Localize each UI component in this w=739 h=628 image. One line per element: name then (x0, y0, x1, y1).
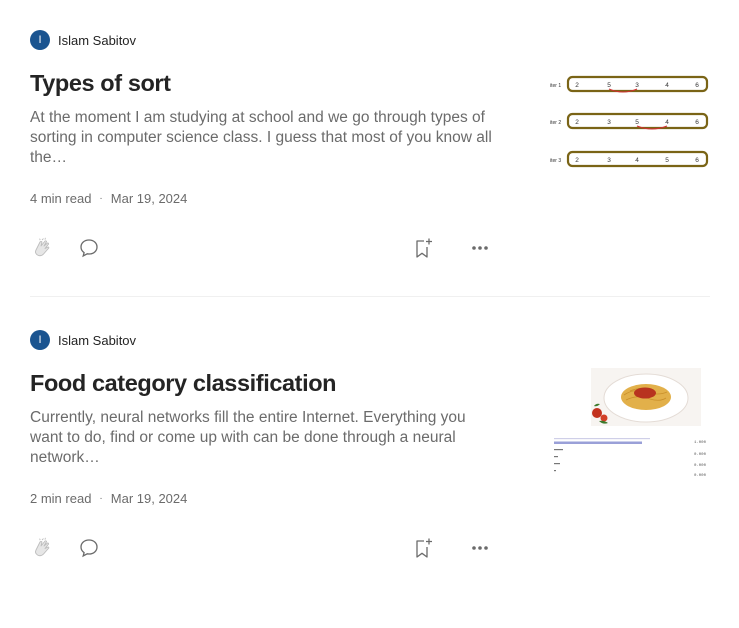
label-line (554, 463, 560, 465)
sauce (634, 387, 656, 399)
label-line (554, 470, 556, 472)
clap-icon (35, 537, 50, 557)
clap-icon (35, 237, 50, 257)
array-value: 2 (575, 157, 579, 164)
label-line (554, 449, 563, 451)
array-value: 3 (607, 157, 611, 164)
array-value: 3 (635, 82, 639, 89)
article-actions (30, 235, 500, 261)
author-name[interactable]: Islam Sabitov (58, 333, 136, 348)
sort-diagram: iter 1 2 5 3 4 6 iter 2 2 3 5 4 6 iter 3… (550, 75, 709, 168)
publish-date: Mar 19, 2024 (110, 491, 188, 506)
score-value: 0.000 (694, 474, 707, 478)
array-value: 6 (695, 157, 699, 164)
read-time: 4 min read (30, 191, 92, 206)
iteration-label: iter 2 (550, 120, 561, 126)
article-meta: 4 min read · Mar 19, 2024 (30, 191, 187, 206)
more-dots-icon (472, 246, 488, 250)
array-value: 5 (665, 157, 669, 164)
avatar[interactable]: I (30, 30, 50, 50)
publish-date: Mar 19, 2024 (110, 191, 188, 206)
comment-icon (80, 539, 98, 558)
article-card: I Islam Sabitov Food category classifica… (30, 328, 710, 628)
article-card: I Islam Sabitov Types of sort At the mom… (30, 28, 710, 328)
results-header-line (554, 438, 650, 440)
avatar[interactable]: I (30, 330, 50, 350)
array-value: 4 (665, 119, 669, 126)
article-title[interactable]: Types of sort (30, 70, 500, 97)
score-value: 0.000 (694, 453, 707, 457)
array-value: 4 (635, 157, 639, 164)
bookmark-add-icon (416, 538, 432, 558)
tomato (600, 414, 608, 422)
article-actions (30, 535, 500, 561)
comment-button[interactable] (76, 235, 102, 261)
tomato (592, 408, 602, 418)
article-excerpt[interactable]: Currently, neural networks fill the enti… (30, 408, 500, 468)
clap-button[interactable] (30, 235, 56, 261)
clap-button[interactable] (30, 535, 56, 561)
comment-icon (80, 239, 98, 258)
food-classification-preview: 1.000 0.000 0.000 0.000 (554, 368, 707, 478)
article-excerpt[interactable]: At the moment I am studying at school an… (30, 108, 500, 168)
author-link[interactable]: I Islam Sabitov (30, 28, 136, 52)
array-value: 2 (575, 82, 579, 89)
more-button[interactable] (467, 535, 493, 561)
array-value: 6 (695, 119, 699, 126)
save-button[interactable] (410, 235, 436, 261)
array-value: 5 (607, 82, 611, 89)
save-button[interactable] (410, 535, 436, 561)
more-button[interactable] (467, 235, 493, 261)
score-value: 1.000 (694, 441, 707, 445)
array-value: 5 (635, 119, 639, 126)
article-thumbnail[interactable]: 1.000 0.000 0.000 0.000 (550, 368, 710, 478)
author-name[interactable]: Islam Sabitov (58, 33, 136, 48)
comment-button[interactable] (76, 535, 102, 561)
label-line (554, 456, 558, 458)
iteration-label: iter 3 (550, 158, 561, 164)
author-link[interactable]: I Islam Sabitov (30, 328, 136, 352)
array-value: 2 (575, 119, 579, 126)
meta-separator: · (99, 193, 103, 204)
array-value: 4 (665, 82, 669, 89)
meta-separator: · (99, 493, 103, 504)
article-title[interactable]: Food category classification (30, 370, 500, 397)
array-value: 6 (695, 82, 699, 89)
iteration-label: iter 1 (550, 83, 561, 89)
read-time: 2 min read (30, 491, 92, 506)
score-value: 0.000 (694, 464, 707, 468)
more-dots-icon (472, 546, 488, 550)
bookmark-add-icon (416, 238, 432, 258)
results-progress (554, 441, 642, 444)
article-meta: 2 min read · Mar 19, 2024 (30, 491, 187, 506)
array-value: 3 (607, 119, 611, 126)
article-thumbnail[interactable]: iter 1 2 5 3 4 6 iter 2 2 3 5 4 6 iter 3… (550, 68, 710, 178)
article-divider (30, 296, 710, 297)
